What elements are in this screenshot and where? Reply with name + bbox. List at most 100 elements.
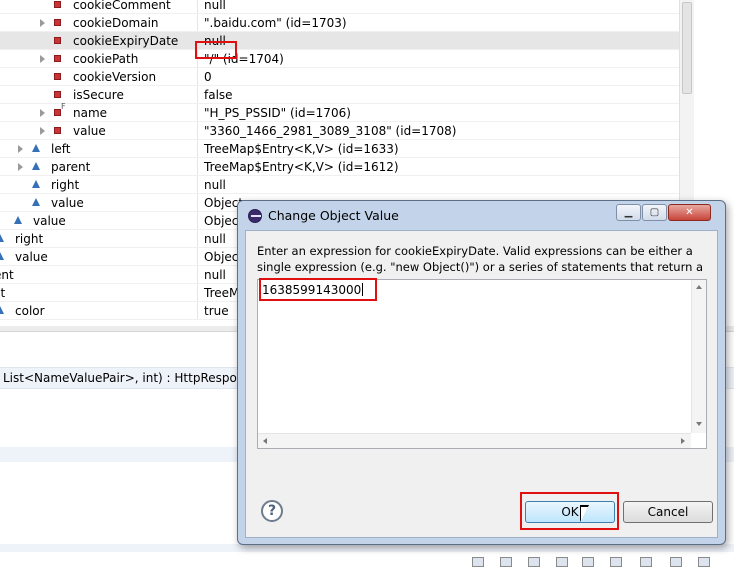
column-divider [197,194,198,212]
variable-row[interactable]: parent TreeMap$Entry<K,V> (id=1612) [0,158,679,176]
variable-row[interactable]: cookieComment null [0,0,679,14]
variable-row[interactable]: cookieDomain ".baidu.com" (id=1703) [0,14,679,32]
variable-value: "H_PS_PSSID" (id=1706) [204,106,351,120]
close-button[interactable]: ✕ [668,204,711,221]
field-red-icon [54,19,61,26]
column-divider [197,212,198,230]
variable-row[interactable]: value "3360_1466_2981_3089_3108" (id=1708… [0,122,679,140]
stack-frame-row-3[interactable] [0,544,734,552]
ok-button[interactable]: OK [525,501,615,523]
toolbar-icon-6[interactable] [610,557,622,567]
expand-arrow-icon[interactable] [18,145,23,153]
expression-vertical-scrollbar[interactable] [691,280,706,433]
variable-name: name [73,106,108,120]
expand-arrow-icon[interactable] [40,109,45,117]
field-blue-icon [32,144,40,152]
variable-name: left [51,142,71,156]
variable-name: value [15,250,48,264]
field-red-icon [54,55,61,62]
field-blue-icon [32,198,40,206]
toolbar-icon-3[interactable] [528,557,540,567]
variable-name: parent [51,160,91,174]
column-divider [197,158,198,176]
variable-value: null [204,232,226,246]
variable-row[interactable]: cookieExpiryDate null [0,32,679,50]
toolbar-icon-8[interactable] [670,557,682,567]
field-blue-icon [32,180,40,188]
variable-value: "3360_1466_2981_3089_3108" (id=1708) [204,124,457,138]
scroll-up-icon[interactable] [696,285,702,289]
variable-name: cookieExpiryDate [73,34,179,48]
expression-horizontal-scrollbar[interactable] [258,433,691,448]
variable-name: arent [0,268,14,282]
toolbar-icon-2[interactable] [500,557,512,567]
expand-arrow-icon[interactable] [40,55,45,63]
column-divider [197,104,198,122]
scroll-down-icon[interactable] [696,422,702,426]
field-red-final-icon [54,109,61,116]
field-blue-icon [14,216,22,224]
toolbar-icon-1[interactable] [472,557,484,567]
scroll-left-icon[interactable] [263,438,267,444]
column-divider [197,140,198,158]
variable-row[interactable]: cookieVersion 0 [0,68,679,86]
variable-value: TreeMap$Entry<K,V> (id=1633) [204,142,399,156]
maximize-button[interactable]: ▢ [642,204,667,221]
variable-name: cookiePath [73,52,139,66]
field-red-icon [54,127,61,134]
variable-value: ".baidu.com" (id=1703) [204,16,347,30]
variable-name: isSecure [73,88,124,102]
variable-value: null [204,268,226,282]
bottom-toolbar [470,555,730,567]
toolbar-icon-4[interactable] [556,557,568,567]
variable-row[interactable]: isSecure false [0,86,679,104]
variable-row[interactable]: Fname "H_PS_PSSID" (id=1706) [0,102,679,122]
variable-row[interactable]: left TreeMap$Entry<K,V> (id=1633) [0,140,679,158]
variable-name: right [51,178,80,192]
expand-arrow-icon[interactable] [40,19,45,27]
variable-name: cookieComment [73,0,171,12]
column-divider [197,122,198,140]
expand-arrow-icon[interactable] [40,127,45,135]
tree-scrollbar-thumb[interactable] [682,2,692,94]
stack-frame-signature: List<NameValuePair>, int) : HttpResponse [3,371,259,385]
variable-value: null [204,178,226,192]
null-value-highlight-box [195,41,237,59]
column-divider [197,0,198,14]
column-divider [197,86,198,104]
column-divider [197,266,198,284]
variable-name: color [15,304,45,318]
expression-textarea[interactable]: 1638599143000 [257,279,707,449]
column-divider [197,14,198,32]
toolbar-icon-7[interactable] [640,557,652,567]
variable-row[interactable]: right null [0,176,679,194]
toolbar-icon-5[interactable] [582,557,594,567]
variable-name: right [15,232,44,246]
field-blue-icon [0,234,4,242]
change-object-value-dialog: Change Object Value ▁ ▢ ✕ Enter an expre… [237,200,726,545]
toolbar-icon-9[interactable] [698,557,710,567]
column-divider [197,68,198,86]
column-divider [197,248,198,266]
variable-row[interactable]: cookiePath "/" (id=1704) [0,50,679,68]
scroll-right-icon[interactable] [681,438,685,444]
variable-name: ight [0,286,6,300]
variable-value: null [204,0,226,12]
field-red-icon [54,73,61,80]
mouse-cursor-fill [581,507,588,521]
variable-name: value [33,214,66,228]
dialog-title: Change Object Value [268,208,399,223]
expand-arrow-icon[interactable] [18,163,23,171]
expression-highlight-box [259,278,377,301]
column-divider [197,302,198,320]
field-red-icon [54,1,61,8]
cancel-button[interactable]: Cancel [623,501,713,523]
help-icon[interactable]: ? [261,500,283,522]
variable-value: 0 [204,70,212,84]
variable-value: true [204,304,229,318]
field-red-icon [54,37,61,44]
field-blue-icon [32,162,40,170]
minimize-button[interactable]: ▁ [616,204,641,221]
variable-value: false [204,88,233,102]
variable-value: TreeM [204,286,240,300]
